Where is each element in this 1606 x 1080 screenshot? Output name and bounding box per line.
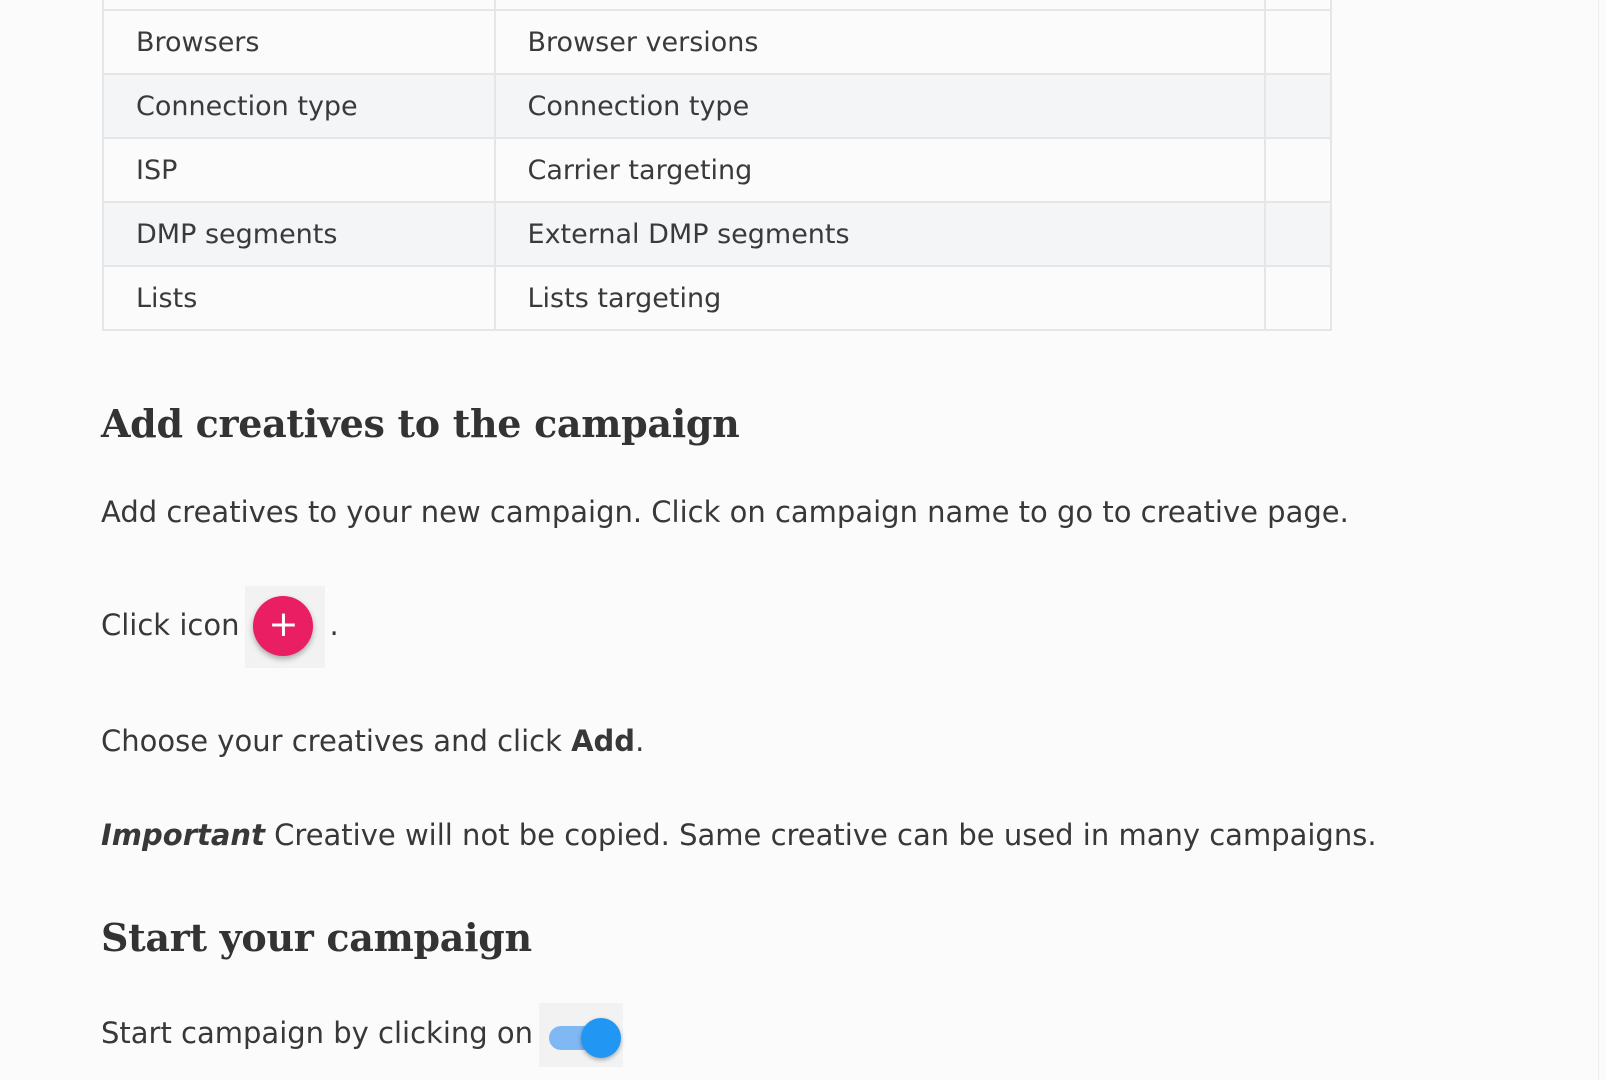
add-creative-button[interactable]: + bbox=[245, 586, 326, 668]
table-cell bbox=[1264, 201, 1332, 267]
table-cell bbox=[1264, 73, 1332, 139]
campaign-toggle[interactable] bbox=[539, 1003, 624, 1067]
heading-start-campaign: Start your campaign bbox=[101, 915, 532, 960]
choose-suffix: . bbox=[635, 724, 645, 758]
important-text: Creative will not be copied. Same creati… bbox=[264, 818, 1377, 852]
click-icon-prefix: Click icon bbox=[101, 608, 240, 642]
table-cell bbox=[1264, 265, 1332, 331]
table-cell: External DMP segments bbox=[493, 201, 1267, 267]
table-cell: DMP segments bbox=[102, 201, 496, 267]
documentation-page: Browsers Browser versions Connection typ… bbox=[0, 0, 1606, 1080]
table-cell: ISP bbox=[102, 137, 496, 203]
table-cell: Connection type bbox=[102, 73, 496, 139]
scrollbar-track[interactable] bbox=[1598, 0, 1599, 1080]
important-note: Important Creative will not be copied. S… bbox=[101, 818, 1377, 852]
add-emphasis: Add bbox=[571, 724, 636, 758]
table-cell bbox=[1264, 9, 1332, 75]
table-cell bbox=[493, 0, 1267, 11]
table-cell: Lists bbox=[102, 265, 496, 331]
table-row: Connection type Connection type bbox=[102, 73, 1332, 139]
table-cell: Carrier targeting bbox=[493, 137, 1267, 203]
click-icon-suffix: . bbox=[329, 608, 339, 642]
table-cell: Connection type bbox=[493, 73, 1267, 139]
table-cell: Lists targeting bbox=[493, 265, 1267, 331]
table-cell: Browser versions bbox=[493, 9, 1267, 75]
add-creatives-intro: Add creatives to your new campaign. Clic… bbox=[101, 495, 1349, 529]
targeting-mapping-table: Browsers Browser versions Connection typ… bbox=[102, 0, 1332, 331]
table-row bbox=[102, 0, 1332, 11]
table-row: Lists Lists targeting bbox=[102, 265, 1332, 331]
start-campaign-instruction: Start campaign by clicking on bbox=[101, 1003, 624, 1067]
important-label: Important bbox=[101, 818, 265, 852]
table-row: DMP segments External DMP segments bbox=[102, 201, 1332, 267]
table-cell bbox=[1264, 137, 1332, 203]
toggle-knob-icon bbox=[581, 1018, 622, 1058]
table-cell: Browsers bbox=[102, 9, 496, 75]
start-campaign-text: Start campaign by clicking on bbox=[101, 1016, 534, 1050]
table-cell bbox=[102, 0, 496, 11]
choose-creatives-instruction: Choose your creatives and click Add. bbox=[101, 724, 644, 758]
plus-icon: + bbox=[253, 596, 314, 656]
heading-add-creatives: Add creatives to the campaign bbox=[101, 401, 740, 446]
table-row: ISP Carrier targeting bbox=[102, 137, 1332, 203]
table-cell bbox=[1264, 0, 1332, 11]
click-icon-instruction: Click icon +. bbox=[101, 586, 339, 668]
table-row: Browsers Browser versions bbox=[102, 9, 1332, 75]
choose-prefix: Choose your creatives and click bbox=[101, 724, 572, 758]
